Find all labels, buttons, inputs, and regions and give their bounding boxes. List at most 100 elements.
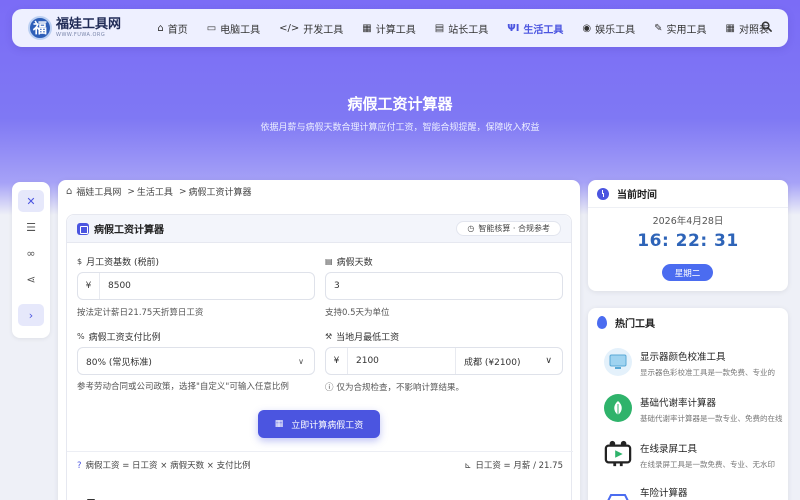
nav-item-label: 计算工具: [375, 24, 416, 36]
screen-record-icon: [604, 440, 632, 468]
city-select[interactable]: 成都 (¥2100) ∨: [456, 348, 562, 374]
nav-item-fun-tools[interactable]: ◉ 娱乐工具: [582, 21, 635, 36]
nav-item-home[interactable]: ⌂ 首页: [157, 21, 187, 36]
utensils-icon: ΨΙ: [507, 22, 520, 34]
pay-ratio-label: % 病假工资支付比例: [77, 330, 161, 343]
nav-item-utility-tools[interactable]: ✎ 实用工具: [654, 21, 706, 36]
table-icon: ▦: [725, 22, 735, 34]
leaf-icon: [604, 394, 632, 422]
monitor-icon: [604, 348, 632, 376]
nav-item-label: 站长工具: [448, 24, 489, 36]
sick-days-input[interactable]: 3: [325, 272, 563, 300]
breadcrumb: ⌂ 福娃工具网 > 生活工具 > 病假工资计算器: [66, 185, 252, 198]
calculate-button-label: 立即计算病假工资: [291, 420, 364, 431]
nav-item-dev-tools[interactable]: </> 开发工具: [279, 21, 343, 36]
formula-right-text: 日工资 = 月薪 / 21.75: [475, 460, 563, 471]
formula-row: ? 病假工资 = 日工资 × 病假天数 × 支付比例 ⊾ 日工资 = 月薪 / 21…: [67, 451, 573, 477]
pay-ratio-select[interactable]: 80% (常见标准) ∨: [77, 347, 315, 375]
nav-item-label: 开发工具: [303, 24, 344, 36]
hot-tool-desc: 显示器色彩校准工具是一款免费、专业的: [640, 368, 775, 377]
weekday-badge: 星期二: [662, 264, 713, 281]
pay-ratio-help: 参考劳动合同或公司政策，选择"自定义"可输入任意比例: [77, 382, 289, 392]
salary-value: 8500: [108, 281, 131, 291]
time-card-header: 当前时间: [588, 180, 788, 208]
dollar-icon: $: [77, 257, 83, 266]
min-wage-label: ⚒ 当地月最低工资: [325, 330, 399, 343]
clock-icon: ◷: [467, 224, 475, 233]
hot-tool-item[interactable]: 显示器颜色校准工具 显示器色彩校准工具是一款免费、专业的: [604, 348, 788, 388]
calculate-button[interactable]: ▦ 立即计算病假工资: [258, 410, 380, 438]
pay-ratio-label-text: 病假工资支付比例: [88, 333, 161, 343]
current-time: 16: 22: 31: [637, 231, 739, 251]
hot-tools-header: 热门工具: [588, 308, 788, 336]
gamepad-icon: ◉: [582, 22, 592, 34]
smart-badge-text: 智能核算 · 合规参考: [478, 224, 550, 233]
yuan-prefix: ¥: [326, 348, 348, 374]
salary-input[interactable]: ¥ 8500: [77, 272, 315, 300]
share-icon[interactable]: ⋖: [18, 268, 44, 290]
current-time-card: 当前时间 2026年4月28日 16: 22: 31 星期二: [588, 180, 788, 291]
nav-item-life-tools[interactable]: ΨΙ 生活工具: [507, 21, 563, 36]
hammer-icon: ⚒: [325, 332, 333, 341]
link-icon[interactable]: ∞: [18, 242, 44, 264]
city-select-value: 成都 (¥2100): [464, 357, 521, 368]
nav-item-label: 电脑工具: [220, 24, 261, 36]
nav-item-calc-tools[interactable]: ▦ 计算工具: [362, 21, 415, 36]
hot-tool-name: 基础代谢率计算器: [640, 398, 717, 409]
percent-icon: %: [77, 332, 85, 341]
calculator-icon: ▦: [274, 419, 284, 429]
salary-label-text: 月工资基数 (税前): [86, 258, 159, 268]
hot-tool-name: 车险计算器: [640, 488, 688, 499]
calendar-icon: ▤: [325, 257, 333, 266]
nav-item-label: 娱乐工具: [595, 24, 636, 36]
hot-tool-desc: 在线录屏工具是一款免费、专业、无水印: [640, 460, 775, 469]
breadcrumb-home[interactable]: 福娃工具网: [76, 185, 121, 198]
breadcrumb-category[interactable]: 生活工具: [137, 185, 173, 198]
calculator-title: 病假工资计算器: [94, 225, 164, 236]
question-icon: ?: [77, 460, 82, 471]
info-icon: ⓘ: [325, 383, 334, 393]
logo-mark-icon: 福: [28, 16, 52, 40]
pay-ratio-value: 80% (常见标准): [86, 357, 152, 368]
nav-item-label: 生活工具: [523, 24, 564, 36]
tools-icon[interactable]: ✕: [18, 190, 44, 212]
page-subtitle: 依据月薪与病假天数合理计算应付工资，智能合规提醒，保障收入权益: [260, 123, 540, 133]
min-wage-help-text: 仅为合规检查，不影响计算结果。: [336, 383, 465, 393]
formula-right: ⊾ 日工资 = 月薪 / 21.75: [464, 459, 563, 471]
site-url: WWW.FUWA.ORG: [56, 32, 106, 38]
desktop-icon: ▭: [206, 22, 217, 34]
hot-tools-title: 热门工具: [615, 318, 655, 330]
salary-label: $ 月工资基数 (税前): [77, 255, 159, 268]
min-wage-help: ⓘ 仅为合规检查，不影响计算结果。: [325, 381, 464, 393]
hot-tool-name: 显示器颜色校准工具: [640, 352, 726, 363]
breadcrumb-current: 病假工资计算器: [188, 188, 252, 198]
formula-left-text: 病假工资 = 日工资 × 病假天数 × 支付比例: [85, 460, 251, 471]
home-icon: ⌂: [157, 22, 164, 34]
home-icon: ⌂: [66, 186, 73, 197]
chevron-right-icon[interactable]: ›: [18, 304, 44, 326]
chevron-down-icon: ∨: [298, 356, 304, 366]
nav-item-webmaster-tools[interactable]: ▤ 站长工具: [435, 21, 488, 36]
site-name: 福娃工具网: [56, 17, 122, 32]
nav-item-computer-tools[interactable]: ▭ 电脑工具: [207, 21, 260, 36]
nav-item-label: 首页: [167, 24, 188, 36]
min-wage-input[interactable]: 2100: [348, 348, 456, 374]
min-wage-combo: ¥ 2100 成都 (¥2100) ∨: [325, 347, 563, 375]
calculator-header: 病假工资计算器 ◷ 智能核算 · 合规参考: [67, 215, 571, 243]
min-wage-label-text: 当地月最低工资: [336, 333, 400, 343]
list-icon[interactable]: ☰: [18, 216, 44, 238]
breadcrumb-separator: >: [178, 186, 187, 197]
top-navbar: 福 福娃工具网 WWW.FUWA.ORG ⌂ 首页 ▭ 电脑工具 </> 开发工具 ▦…: [12, 9, 788, 47]
formula-left: ? 病假工资 = 日工资 × 病假天数 × 支付比例: [77, 459, 251, 471]
main-content-card: ⌂ 福娃工具网 > 生活工具 > 病假工资计算器 病假工资计算器 ◷ 智能核算 …: [58, 180, 580, 500]
hot-tool-item[interactable]: 车险计算器: [604, 484, 788, 500]
hot-tool-item[interactable]: 在线录屏工具 在线录屏工具是一款免费、专业、无水印: [604, 440, 788, 480]
left-tool-rail: ✕ ☰ ∞ ⋖ ›: [12, 182, 50, 338]
smart-badge: ◷ 智能核算 · 合规参考: [456, 221, 561, 236]
current-date: 2026年4月28日: [652, 216, 724, 227]
search-icon[interactable]: [761, 21, 772, 35]
hot-tool-item[interactable]: 基础代谢率计算器 基础代谢率计算器是一款专业、免费的在线: [604, 394, 788, 434]
site-logo[interactable]: 福 福娃工具网 WWW.FUWA.ORG: [28, 16, 130, 40]
code-icon: </>: [279, 22, 300, 34]
calculator-icon: [77, 222, 89, 235]
